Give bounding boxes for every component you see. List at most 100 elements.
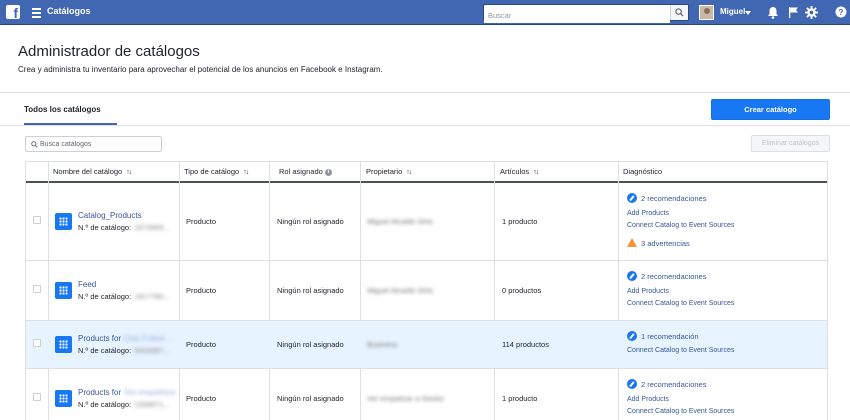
- search-button[interactable]: [670, 5, 688, 20]
- search-icon: [31, 141, 38, 148]
- divider: [0, 125, 850, 126]
- catalogs-table: Nombre del catálogo ↑↓ Tipo de catálogo ↑↓…: [25, 161, 828, 420]
- items-count: 114 productos: [502, 340, 549, 349]
- add-products-link[interactable]: Add Products: [627, 210, 669, 217]
- gear-icon[interactable]: [805, 6, 818, 19]
- recommendations-link[interactable]: 1 recomendación: [627, 331, 699, 341]
- assigned-role: Ningún rol asignado: [277, 394, 344, 403]
- tab-all-catalogs[interactable]: Todos los catálogos: [24, 105, 101, 114]
- table-row[interactable]: Products for Club Fútbol... N.º de catál…: [26, 321, 827, 369]
- catalog-id: N.º de catálogo: 1817785...: [78, 292, 170, 301]
- column-label: Propietario: [366, 167, 403, 176]
- search-icon: [675, 8, 684, 17]
- global-search: [483, 4, 689, 23]
- catalog-id: N.º de catálogo: 5004087...: [78, 346, 170, 355]
- catalog-name-link[interactable]: Feed: [78, 280, 96, 289]
- catalog-name: Catalog_Products: [78, 211, 142, 220]
- catalog-id-value: 1674969...: [134, 223, 170, 232]
- connect-event-sources-link[interactable]: Connect Catalog to Event Sources: [627, 222, 734, 229]
- global-search-input[interactable]: [484, 8, 670, 23]
- warnings-label: 3 advertencias: [641, 239, 690, 248]
- create-catalog-button[interactable]: Crear catálogo: [711, 99, 830, 120]
- user-name[interactable]: Miguel: [720, 7, 745, 16]
- page-title: Administrador de catálogos: [18, 43, 200, 60]
- catalog-icon: [55, 336, 72, 353]
- table-row[interactable]: Feed N.º de catálogo: 1817785... Producto…: [26, 261, 827, 321]
- catalog-icon: [55, 390, 72, 407]
- items-count: 0 productos: [502, 286, 542, 295]
- row-checkbox[interactable]: [33, 393, 41, 401]
- recommendations-link[interactable]: 2 recomendaciones: [627, 271, 706, 281]
- pencil-icon: [627, 331, 637, 341]
- app-title: Catálogos: [47, 6, 91, 16]
- flag-icon[interactable]: [788, 6, 799, 18]
- connect-event-sources-link[interactable]: Connect Catalog to Event Sources: [627, 347, 734, 354]
- catalog-type: Producto: [186, 394, 217, 403]
- warnings-link[interactable]: 3 advertencias: [627, 238, 690, 248]
- catalog-id-value: 5004087...: [134, 346, 170, 355]
- divider: [0, 92, 850, 93]
- recommendations-label: 2 recomendaciones: [641, 272, 707, 281]
- catalog-id: N.º de catálogo: 1558871...: [78, 400, 170, 409]
- catalog-search-input[interactable]: [40, 138, 160, 150]
- avatar[interactable]: [699, 5, 714, 20]
- catalog-icon: [55, 213, 72, 230]
- pencil-icon: [627, 271, 637, 281]
- column-header-name[interactable]: Nombre del catálogo ↑↓: [48, 162, 132, 181]
- sort-icon[interactable]: ↑↓: [126, 169, 132, 176]
- column-header-type[interactable]: Tipo de catálogo ↑↓: [179, 162, 249, 181]
- catalog-id: N.º de catálogo: 1674969...: [78, 223, 170, 232]
- menu-icon[interactable]: [32, 8, 41, 18]
- catalog-name-hidden: Yes empathize...: [123, 388, 183, 397]
- recommendations-link[interactable]: 2 recomendaciones: [627, 379, 706, 389]
- bell-icon[interactable]: [767, 6, 779, 19]
- catalog-name: Products for: [78, 334, 122, 343]
- column-label: Diagnóstico: [623, 167, 663, 176]
- column-header-role: Rol asignado i: [274, 162, 332, 181]
- owner-name: Miguel Alcalde Ortiz: [367, 286, 434, 295]
- info-icon[interactable]: i: [324, 168, 332, 176]
- catalog-name: Feed: [78, 280, 97, 289]
- delete-catalogs-button[interactable]: Eliminar catálogos: [751, 135, 830, 152]
- table-row[interactable]: Products for Yes empathize... N.º de cat…: [26, 369, 827, 420]
- column-label: Nombre del catálogo: [53, 167, 123, 176]
- sort-icon[interactable]: ↑↓: [533, 169, 539, 176]
- catalog-id-label: N.º de catálogo:: [78, 400, 132, 409]
- chevron-down-icon[interactable]: [745, 11, 751, 15]
- catalog-name-link[interactable]: Products for Club Fútbol...: [78, 334, 171, 343]
- column-header-items[interactable]: Artículos ↑↓: [495, 162, 539, 181]
- column-label: Artículos: [500, 167, 530, 176]
- sort-icon[interactable]: ↑↓: [243, 169, 249, 176]
- catalog-type: Producto: [186, 340, 217, 349]
- catalog-name-link[interactable]: Products for Yes empathize...: [78, 388, 182, 397]
- row-checkbox[interactable]: [33, 339, 41, 347]
- owner-name: Ver empatizar a Gestor: [367, 394, 445, 403]
- add-products-link[interactable]: Add Products: [627, 396, 669, 403]
- catalog-icon: [55, 282, 72, 299]
- add-products-link[interactable]: Add Products: [627, 288, 669, 295]
- recommendations-link[interactable]: 2 recomendaciones: [627, 193, 706, 203]
- catalog-name: Products for: [78, 388, 122, 397]
- row-checkbox[interactable]: [33, 285, 41, 293]
- assigned-role: Ningún rol asignado: [277, 286, 344, 295]
- items-count: 1 producto: [502, 394, 538, 403]
- connect-event-sources-link[interactable]: Connect Catalog to Event Sources: [627, 408, 734, 415]
- catalog-search: [25, 136, 162, 152]
- column-header-owner[interactable]: Propietario ↑↓: [361, 162, 412, 181]
- recommendations-label: 1 recomendación: [641, 332, 699, 341]
- owner-name: Business: [367, 340, 398, 349]
- facebook-logo-icon[interactable]: f: [6, 5, 20, 19]
- column-header-diagnostics: Diagnóstico: [618, 162, 662, 181]
- sort-icon[interactable]: ↑↓: [406, 169, 412, 176]
- table-row[interactable]: Catalog_Products N.º de catálogo: 1674969…: [26, 183, 827, 261]
- warning-icon: [627, 238, 637, 247]
- connect-event-sources-link[interactable]: Connect Catalog to Event Sources: [627, 300, 734, 307]
- column-label: Rol asignado: [279, 167, 323, 176]
- assigned-role: Ningún rol asignado: [277, 340, 344, 349]
- column-label: Tipo de catálogo: [184, 167, 240, 176]
- row-checkbox[interactable]: [33, 216, 41, 224]
- catalog-id-label: N.º de catálogo:: [78, 223, 132, 232]
- help-icon[interactable]: ?: [835, 6, 847, 18]
- pencil-icon: [627, 193, 637, 203]
- catalog-name-link[interactable]: Catalog_Products: [78, 211, 142, 220]
